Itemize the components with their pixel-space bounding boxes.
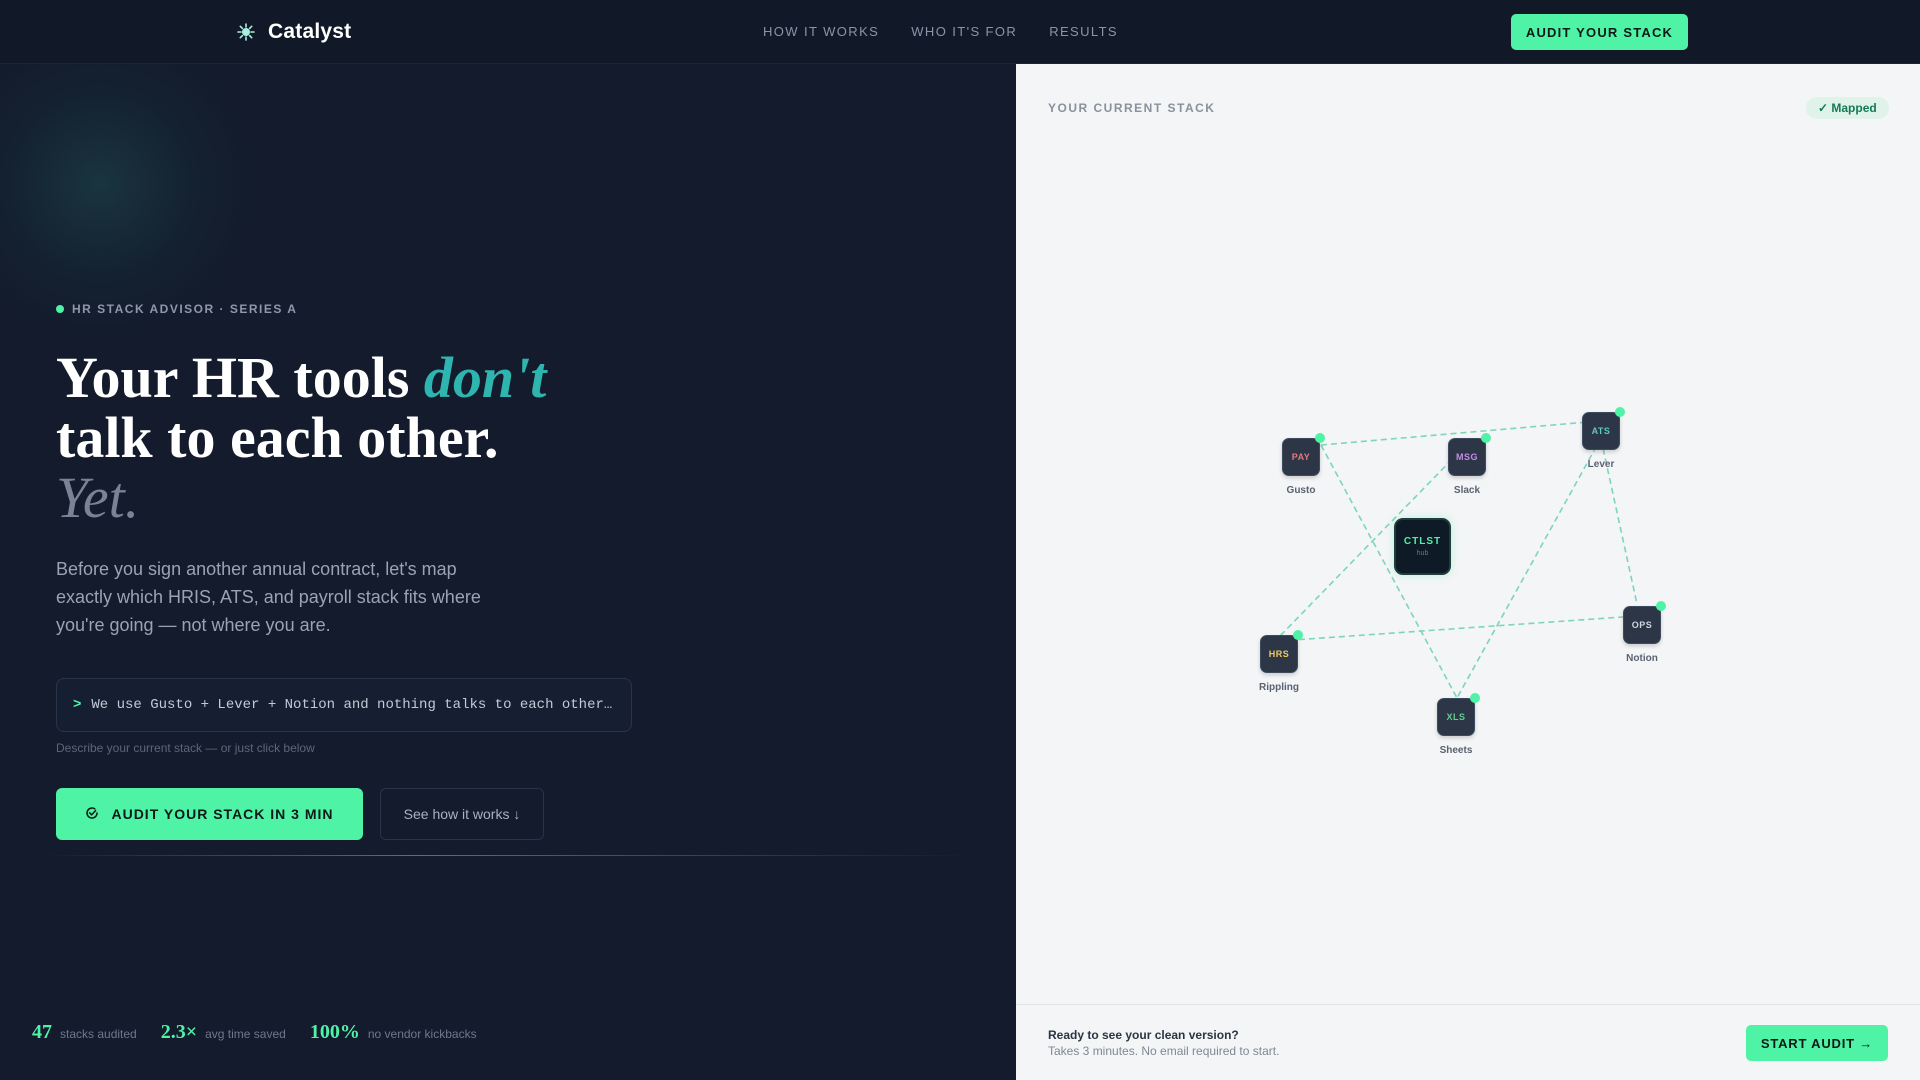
headline-accent: don't — [423, 345, 547, 410]
node-code: XLS — [1446, 712, 1466, 722]
node-label-lever: Lever — [1587, 459, 1615, 470]
node-sheets[interactable]: XLS — [1437, 693, 1480, 736]
catalyst-hub-node[interactable]: CTLST hub — [1394, 518, 1451, 575]
prompt-hint: Describe your current stack — or just cl… — [56, 741, 315, 755]
panel-footer: Ready to see your clean version? Takes 3… — [1016, 1004, 1920, 1080]
eyebrow: HR STACK ADVISOR · SERIES A — [56, 302, 297, 316]
stat-stacks-audited: 47 stacks audited — [32, 1021, 137, 1044]
stack-input[interactable] — [91, 697, 622, 713]
stat-label: avg time saved — [205, 1027, 286, 1041]
brand-logo-icon — [236, 22, 256, 42]
hero-subtext: Before you sign another annual contract,… — [56, 559, 481, 635]
brand[interactable]: Catalyst — [236, 20, 351, 44]
nav-link-results[interactable]: RESULTS — [1049, 24, 1118, 39]
stack-connections — [1278, 419, 1638, 699]
node-status-dot-icon — [1470, 693, 1480, 703]
node-label-sheets: Sheets — [1439, 745, 1473, 756]
stat-value: 100% — [309, 1021, 360, 1043]
nav-link-who-its-for[interactable]: WHO IT'S FOR — [911, 24, 1017, 39]
top-nav: Catalyst HOW IT WORKS WHO IT'S FOR RESUL… — [0, 0, 1920, 64]
stat-value: 2.3× — [160, 1021, 198, 1043]
node-status-dot-icon — [1293, 630, 1303, 640]
stat-value: 47 — [32, 1021, 52, 1043]
node-rippling[interactable]: HRS — [1260, 630, 1303, 673]
node-notion[interactable]: OPS — [1623, 601, 1666, 644]
headline-part1: Your HR tools — [56, 345, 424, 410]
node-code: OPS — [1631, 620, 1653, 630]
footer-title: Ready to see your clean version? — [1048, 1028, 1239, 1042]
hero-panel: HR STACK ADVISOR · SERIES A Your HR tool… — [0, 64, 1016, 1080]
stack-prompt[interactable]: > — [56, 678, 632, 732]
stat-label: no vendor kickbacks — [367, 1027, 477, 1041]
hub-name: CTLST — [1403, 536, 1442, 547]
node-lever[interactable]: ATS — [1582, 407, 1625, 450]
connection-rippling-notion — [1278, 615, 1638, 642]
stat-time-saved: 2.3× avg time saved — [161, 1021, 286, 1044]
nav-audit-button[interactable]: AUDIT YOUR STACK — [1511, 14, 1688, 50]
node-code: ATS — [1591, 426, 1611, 436]
node-status-dot-icon — [1656, 601, 1666, 611]
audit-stack-button[interactable]: AUDIT YOUR STACK IN 3 MIN — [56, 788, 363, 840]
node-label-rippling: Rippling — [1259, 682, 1299, 693]
stats-row: 47 stacks audited 2.3× avg time saved 10… — [32, 1021, 477, 1044]
stat-kickbacks: 100% no vendor kickbacks — [310, 1021, 477, 1044]
see-how-it-works-button[interactable]: See how it works ↓ — [380, 788, 544, 840]
node-gusto[interactable]: PAY — [1282, 433, 1325, 476]
footer-subtitle: Takes 3 minutes. No email required to st… — [1048, 1044, 1280, 1058]
hub-sub: hub — [1416, 550, 1429, 557]
stat-label: stacks audited — [60, 1027, 137, 1041]
node-status-dot-icon — [1481, 433, 1491, 443]
eyebrow-text: HR STACK ADVISOR · SERIES A — [72, 302, 298, 316]
brand-name: Catalyst — [268, 20, 352, 43]
node-status-dot-icon — [1615, 407, 1625, 417]
node-code: PAY — [1291, 452, 1311, 462]
divider — [40, 855, 980, 856]
start-audit-button[interactable]: START AUDIT → — [1746, 1025, 1888, 1061]
node-label-slack: Slack — [1453, 485, 1481, 496]
audit-stack-label: AUDIT YOUR STACK IN 3 MIN — [111, 806, 334, 822]
node-code: HRS — [1268, 649, 1290, 659]
headline-line2: talk to each other. — [56, 405, 499, 470]
prompt-caret-icon: > — [73, 697, 82, 713]
node-slack[interactable]: MSG — [1448, 433, 1491, 476]
check-circle-icon — [85, 806, 99, 823]
node-code: MSG — [1455, 452, 1478, 462]
nav-link-how-it-works[interactable]: HOW IT WORKS — [763, 24, 879, 39]
hero-headline: Your HR tools don't talk to each other. … — [56, 348, 546, 528]
status-dot-icon — [56, 305, 64, 313]
node-status-dot-icon — [1315, 433, 1325, 443]
node-label-gusto: Gusto — [1286, 485, 1316, 496]
headline-line3: Yet. — [56, 465, 140, 530]
nav-links: HOW IT WORKS WHO IT'S FOR RESULTS — [763, 24, 1118, 39]
node-label-notion: Notion — [1626, 653, 1658, 664]
stack-map-panel: YOUR CURRENT STACK ✓ Mapped CTLST hub PA… — [1016, 64, 1920, 1080]
